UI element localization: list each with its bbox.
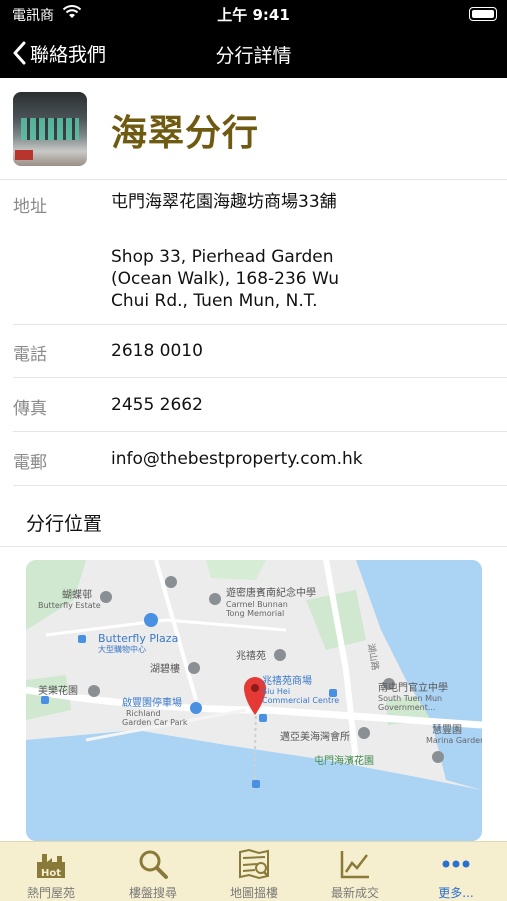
tab-label: 樓盤搜尋 (128, 886, 177, 900)
map-label: Butterfly Estate (38, 601, 101, 610)
address-chinese: 屯門海翠花園海趣坊商場33舖 (111, 192, 337, 212)
email-value[interactable]: info@thebestproperty.com.hk (111, 448, 411, 470)
email-label: 電郵 (13, 453, 47, 473)
divider (0, 546, 507, 547)
back-label: 聯絡我們 (30, 43, 107, 66)
branch-photo (13, 92, 87, 166)
phone-value[interactable]: 2618 0010 (111, 340, 351, 362)
phone-label: 電話 (13, 345, 47, 365)
map-label: Siu Hei (262, 687, 290, 696)
tab-label: 更多... (438, 886, 474, 900)
svg-text:Hot: Hot (41, 868, 61, 879)
address-row: 地址 屯門海翠花園海趣坊商場33舖 Shop 33, Pierhead Gard… (13, 179, 507, 325)
map-label: Commercial Centre (262, 696, 339, 705)
map-label: 南屯門官立中學 (378, 681, 448, 694)
fax-label: 傳真 (13, 399, 47, 419)
map-label: 大型購物中心 (98, 644, 146, 654)
map-label: Butterfly Plaza (98, 632, 178, 645)
map-label: 湖碧樓 (150, 662, 180, 675)
map-label: 兆禧苑 (236, 649, 266, 662)
map-label: Marina Garden (426, 736, 482, 745)
tab-label: 最新成交 (330, 886, 379, 900)
search-icon (139, 850, 168, 879)
battery-icon (469, 7, 497, 21)
address-english: Shop 33, Pierhead Garden (Ocean Walk), 1… (111, 247, 339, 311)
chart-icon (340, 851, 369, 879)
map-label: 慧豐園 (432, 723, 462, 736)
status-bar: 電訊商 上午 9:41 (0, 0, 507, 28)
phone-row: 電話 2618 0010 (13, 324, 507, 378)
tab-more[interactable]: 更多... (406, 842, 506, 901)
back-button[interactable]: 聯絡我們 (12, 38, 106, 68)
tab-label: 地圖搵樓 (229, 886, 278, 900)
fax-row: 傳真 2455 2662 (13, 378, 507, 432)
tab-hot-estates[interactable]: Hot 熱門屋苑 (1, 842, 101, 901)
map-label: 邁亞美海灣會所 (280, 730, 350, 743)
email-row: 電郵 info@thebestproperty.com.hk (13, 432, 507, 486)
hot-estates-icon: Hot (37, 854, 65, 879)
branch-name: 海翠分行 (111, 113, 260, 154)
tab-map-search[interactable]: 地圖搵樓 (204, 842, 304, 901)
tab-label: 熱門屋苑 (26, 886, 75, 900)
location-section-title: 分行位置 (26, 513, 103, 535)
map-label: 啟豐園停車場 (122, 696, 182, 709)
chevron-left-icon (13, 41, 26, 65)
map-canvas[interactable]: 蝴蝶邨 Butterfly Estate 遊密唐賓南紀念中學 Carmel Bu… (26, 560, 482, 841)
tab-bar: Hot 熱門屋苑 樓盤搜尋 地圖搵樓 最新成交 更多... (0, 841, 507, 901)
map-label: Richland (126, 709, 161, 718)
more-icon (442, 860, 470, 868)
map-label: 蝴蝶邨 (62, 588, 92, 601)
fax-value: 2455 2662 (111, 395, 203, 415)
map-label: Government... (378, 703, 436, 712)
map-label: 遊密唐賓南紀念中學 (226, 586, 316, 599)
map-label: South Tuen Mun (378, 694, 442, 703)
map-search-icon (239, 848, 269, 880)
map-label: 兆禧苑商場 (262, 674, 312, 687)
branch-map[interactable]: 蝴蝶邨 Butterfly Estate 遊密唐賓南紀念中學 Carmel Bu… (26, 560, 482, 841)
map-label: 屯門海濱花園 (314, 754, 374, 767)
map-label: Garden Car Park (122, 718, 188, 727)
tab-property-search[interactable]: 樓盤搜尋 (103, 842, 203, 901)
tab-latest-transactions[interactable]: 最新成交 (305, 842, 405, 901)
map-label: Carmel Bunnan (226, 600, 288, 609)
map-label: 美樂花園 (38, 684, 78, 697)
address-label: 地址 (13, 197, 47, 217)
clock: 上午 9:41 (217, 6, 290, 24)
map-label: Tong Memorial (225, 609, 284, 618)
nav-bar: 聯絡我們 分行詳情 (0, 28, 507, 78)
